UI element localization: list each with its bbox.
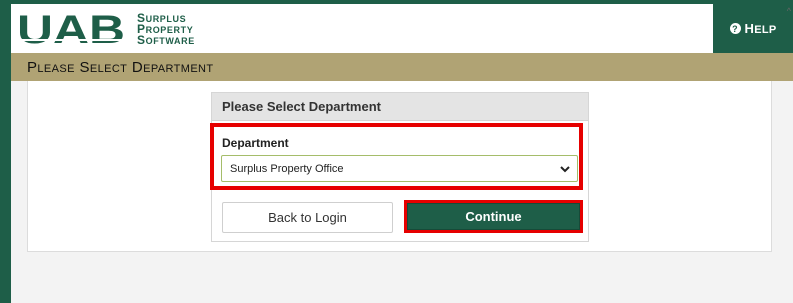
brand-name: Surplus Property Software	[137, 13, 195, 46]
question-circle-icon: ?	[729, 23, 741, 34]
help-label: Help	[744, 21, 777, 36]
chevron-down-icon	[560, 166, 570, 173]
brand-line-3: Software	[137, 33, 195, 47]
continue-button[interactable]: Continue	[407, 203, 580, 230]
logo-text: UAB	[17, 11, 125, 47]
department-select[interactable]: Surplus Property Office	[221, 155, 578, 182]
page-title: Please Select Department	[27, 58, 214, 76]
back-to-login-button[interactable]: Back to Login	[222, 202, 393, 233]
uab-logo: UAB	[17, 11, 125, 47]
department-label: Department	[222, 136, 289, 150]
caret-up-icon: ^	[786, 6, 791, 16]
department-selected-value: Surplus Property Office	[230, 162, 344, 175]
page-title-bar: Please Select Department	[11, 53, 793, 81]
header: UAB Surplus Property Software ? Help	[11, 4, 793, 53]
help-button[interactable]: ? Help	[713, 4, 793, 53]
panel-heading: Please Select Department	[212, 93, 588, 121]
